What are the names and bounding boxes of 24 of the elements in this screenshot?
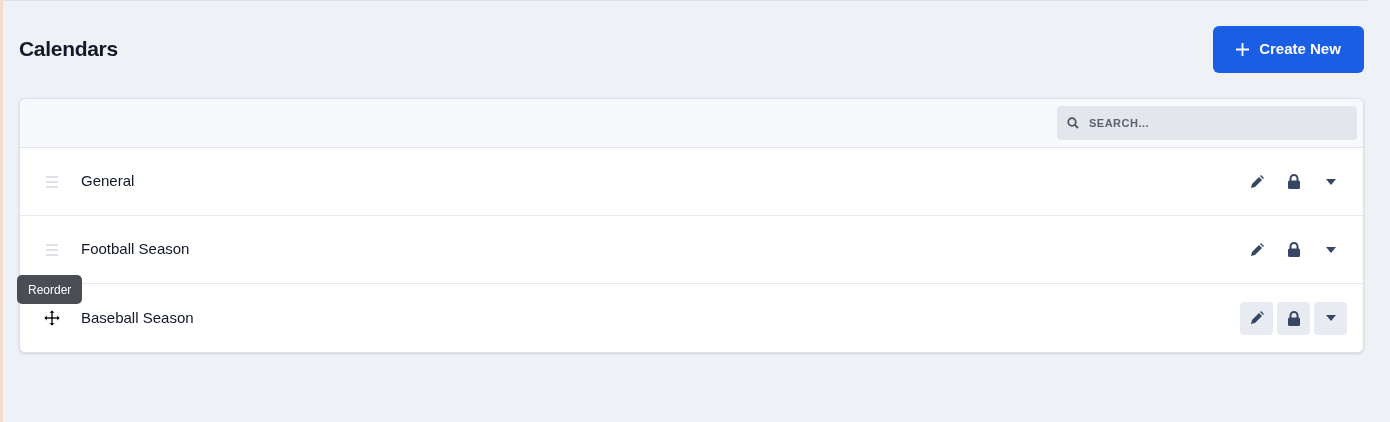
lock-icon (1286, 174, 1301, 189)
caret-icon (1325, 178, 1336, 185)
drag-handle-icon[interactable] (43, 175, 61, 188)
caret-icon (1325, 315, 1336, 321)
calendar-name: General (81, 171, 136, 192)
move-icon[interactable] (43, 309, 61, 327)
caret-icon (1325, 246, 1336, 253)
pencil-icon (1249, 311, 1264, 325)
plus-icon (1236, 42, 1250, 56)
create-new-button[interactable]: Create New (1213, 25, 1364, 73)
calendar-name: Football Season (81, 239, 191, 260)
pencil-icon (1249, 174, 1264, 189)
dropdown-button[interactable] (1314, 301, 1347, 335)
lock-icon (1286, 242, 1301, 257)
calendar-name: Baseball Season (81, 307, 195, 328)
lock-button[interactable] (1277, 301, 1310, 335)
search-icon (1067, 117, 1079, 129)
edit-button[interactable] (1240, 301, 1273, 335)
pencil-icon (1249, 242, 1264, 257)
page-title: Calendars (19, 36, 118, 63)
drag-handle-icon[interactable] (43, 243, 61, 256)
tooltip: Reorder (17, 275, 83, 304)
search-field[interactable]: SEARCH... (1057, 106, 1357, 140)
lock-icon (1286, 310, 1301, 326)
